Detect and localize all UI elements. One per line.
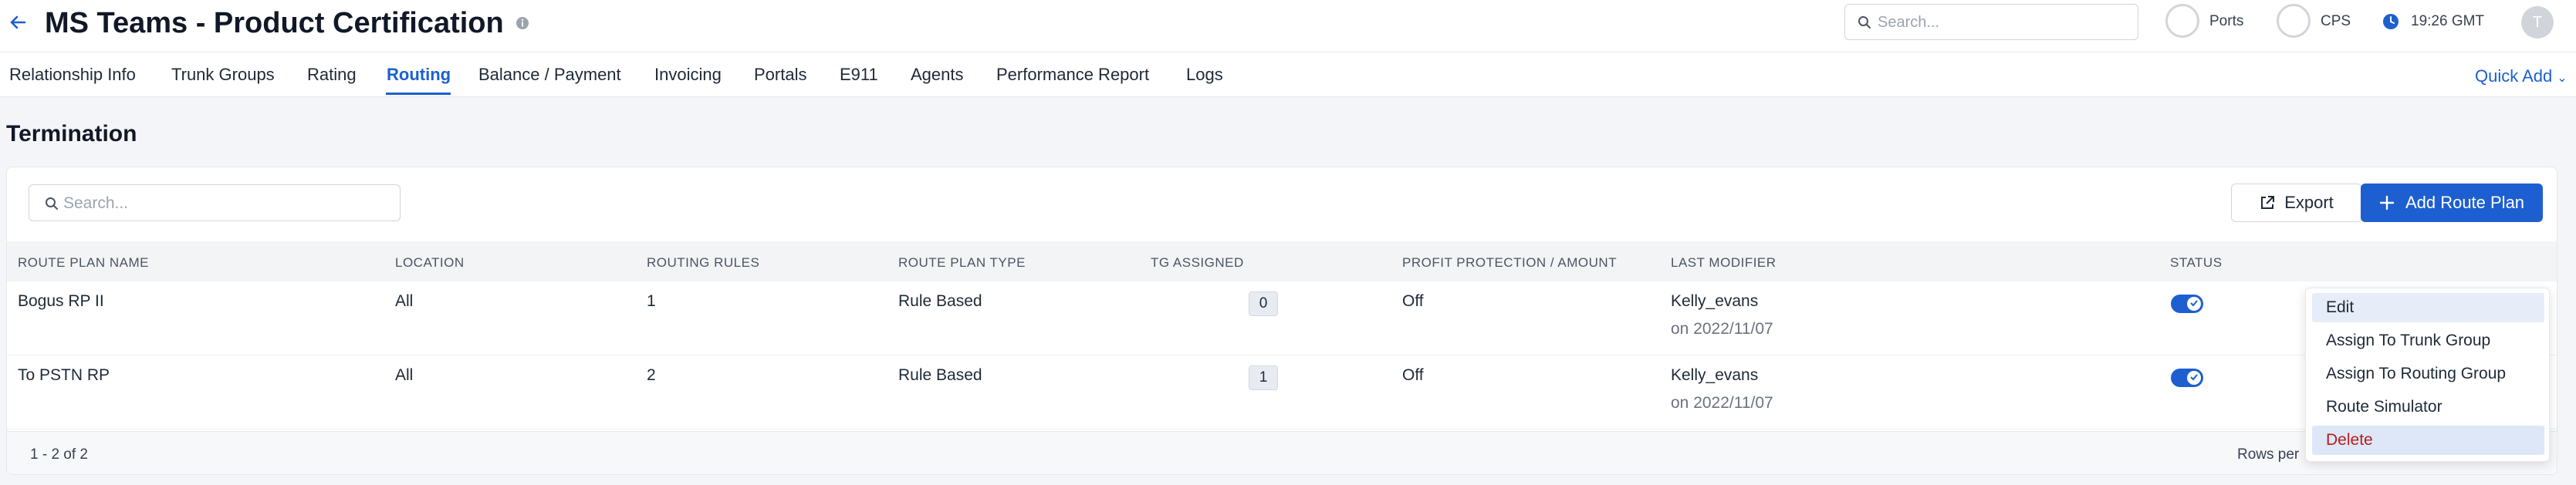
menu-item-assign-trunk-group[interactable]: Assign To Trunk Group — [2312, 326, 2544, 355]
menu-item-assign-routing-group[interactable]: Assign To Routing Group — [2312, 359, 2544, 389]
row-actions-menu: Edit Assign To Trunk Group Assign To Rou… — [2305, 288, 2550, 462]
location-cell: All — [395, 366, 414, 384]
column-header-last-modifier[interactable]: Last Modifier — [1671, 255, 1776, 271]
route-plan-name[interactable]: To PSTN RP — [18, 366, 110, 385]
tab-logs[interactable]: Logs — [1186, 65, 1223, 85]
avatar[interactable]: T — [2521, 6, 2554, 39]
tab-balance-payment[interactable]: Balance / Payment — [478, 65, 621, 85]
quick-add-label: Quick Add — [2475, 66, 2553, 86]
page-title: MS Teams - Product Certification — [45, 7, 504, 39]
table-footer: 1 - 2 of 2 Rows per — [7, 431, 2557, 474]
top-bar: MS Teams - Product Certification Ports C… — [0, 0, 2576, 52]
column-header-routing-rules[interactable]: Routing Rules — [647, 255, 759, 271]
tab-agents[interactable]: Agents — [911, 65, 964, 85]
active-tab-indicator — [386, 93, 451, 95]
search-icon — [46, 197, 58, 210]
info-icon[interactable] — [516, 16, 529, 30]
tab-performance-report[interactable]: Performance Report — [996, 65, 1149, 85]
profit-protection-cell: Off — [1402, 292, 1424, 310]
global-search-field[interactable] — [1844, 4, 2138, 40]
menu-item-delete[interactable]: Delete — [2312, 426, 2544, 455]
arrow-left-icon — [10, 15, 26, 29]
ports-gauge — [2165, 4, 2199, 38]
last-modified-date: on 2022/11/07 — [1671, 320, 1773, 338]
column-header-route-plan-name[interactable]: Route Plan Name — [18, 255, 149, 271]
table-row[interactable]: Bogus RP II All 1 Rule Based 0 Off Kelly… — [7, 281, 2557, 355]
table-search-field[interactable] — [29, 184, 401, 221]
table-row[interactable]: To PSTN RP All 2 Rule Based 1 Off Kelly_… — [7, 355, 2557, 429]
plus-icon — [2379, 195, 2395, 211]
search-icon — [1858, 16, 1871, 29]
tab-invoicing[interactable]: Invoicing — [654, 65, 722, 85]
table-search-input[interactable] — [63, 193, 387, 214]
tab-portals[interactable]: Portals — [754, 65, 806, 85]
column-header-tg-assigned[interactable]: TG Assigned — [1151, 255, 1244, 271]
menu-item-route-simulator[interactable]: Route Simulator — [2312, 392, 2544, 422]
route-plan-card: Export Add Route Plan Route Plan Name Lo… — [6, 167, 2557, 475]
routing-rules-cell: 1 — [647, 292, 656, 310]
tab-rating[interactable]: Rating — [307, 65, 357, 85]
section-title: Termination — [6, 121, 137, 147]
status-toggle[interactable] — [2171, 295, 2203, 313]
route-plan-type-cell: Rule Based — [898, 366, 982, 384]
tab-bar: Relationship Info Trunk Groups Rating Ro… — [0, 52, 2576, 97]
cps-label: CPS — [2321, 13, 2351, 29]
column-header-route-plan-type[interactable]: Route Plan Type — [898, 255, 1026, 271]
profit-protection-cell: Off — [1402, 366, 1424, 384]
back-button[interactable] — [8, 11, 28, 34]
last-modifier-name: Kelly_evans — [1671, 292, 1759, 310]
tab-trunk-groups[interactable]: Trunk Groups — [171, 65, 275, 85]
tab-e911[interactable]: E911 — [840, 65, 878, 85]
status-toggle[interactable] — [2171, 369, 2203, 387]
menu-item-edit[interactable]: Edit — [2312, 293, 2544, 322]
export-label: Export — [2284, 193, 2334, 212]
check-icon — [2190, 374, 2198, 381]
add-route-plan-button[interactable]: Add Route Plan — [2361, 184, 2543, 222]
tab-routing[interactable]: Routing — [387, 65, 451, 85]
clock-icon — [2383, 14, 2399, 29]
check-icon — [2190, 300, 2198, 307]
column-header-status[interactable]: Status — [2170, 255, 2223, 271]
cps-gauge — [2277, 4, 2311, 38]
global-search-input[interactable] — [1878, 12, 2125, 33]
quick-add-button[interactable]: Quick Add ⌄ — [2475, 66, 2568, 86]
pagination-count: 1 - 2 of 2 — [30, 446, 88, 463]
rows-per-page-label: Rows per — [2237, 446, 2300, 463]
last-modified-date: on 2022/11/07 — [1671, 394, 1773, 412]
last-modifier-name: Kelly_evans — [1671, 366, 1759, 384]
table-header: Route Plan Name Location Routing Rules R… — [7, 241, 2557, 281]
route-plan-type-cell: Rule Based — [898, 292, 982, 310]
column-header-profit-protection[interactable]: Profit Protection / Amount — [1402, 255, 1617, 271]
tg-assigned-badge[interactable]: 0 — [1249, 291, 1278, 316]
route-plan-name[interactable]: Bogus RP II — [18, 292, 104, 311]
ports-label: Ports — [2209, 13, 2244, 29]
time-display: 19:26 GMT — [2411, 13, 2485, 29]
export-button[interactable]: Export — [2231, 184, 2362, 222]
location-cell: All — [395, 292, 414, 310]
column-header-location[interactable]: Location — [395, 255, 465, 271]
tg-assigned-badge[interactable]: 1 — [1249, 365, 1278, 390]
chevron-down-icon: ⌄ — [2557, 72, 2568, 85]
external-link-icon — [2261, 196, 2275, 209]
routing-rules-cell: 2 — [647, 366, 656, 384]
add-route-plan-label: Add Route Plan — [2405, 193, 2525, 212]
tab-relationship-info[interactable]: Relationship Info — [9, 65, 136, 85]
